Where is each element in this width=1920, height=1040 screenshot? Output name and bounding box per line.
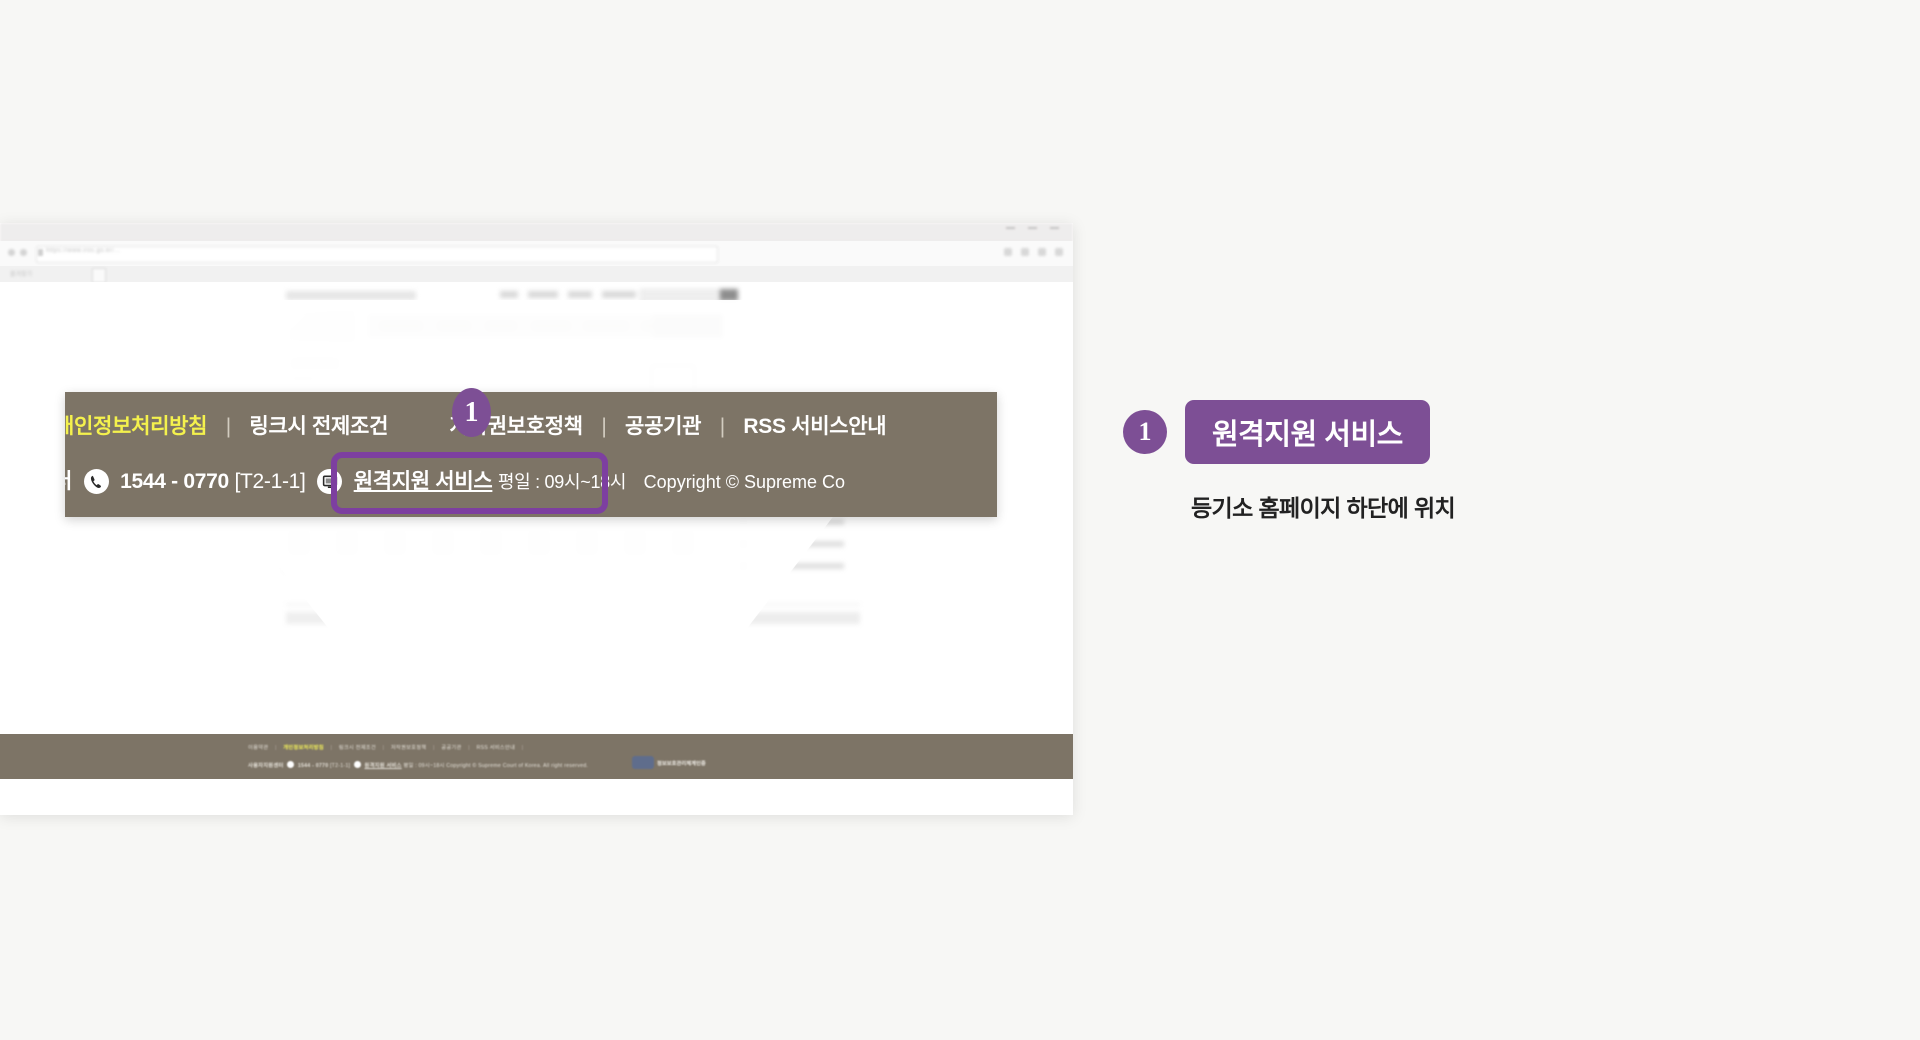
annotation-title: 원격지원 서비스	[1185, 400, 1430, 464]
address-bar-value: https://www.iros.go.kr/...	[46, 248, 121, 254]
phone-icon	[287, 761, 295, 768]
site-footer-contact: 사용자지원센터 1544 - 0770 [T2-1-1] 원격지원 서비스 평일…	[248, 761, 588, 769]
forward-icon[interactable]	[20, 249, 27, 256]
callout-support-tail: 터	[65, 470, 72, 493]
callout-link-privacy[interactable]: 개인정보처리방침	[65, 415, 207, 438]
annotation-description: 등기소 홈페이지 하단에 위치	[1191, 495, 1456, 521]
remote-support-highlight-box	[331, 452, 608, 514]
site-footer-links[interactable]: 이용약관 | 개인정보처리방침 | 링크시 전제조건 | 저작권보호정책 | 공…	[248, 743, 528, 751]
page-divider	[286, 604, 860, 605]
minimize-icon[interactable]	[1006, 227, 1015, 229]
settings-icon[interactable]	[1038, 248, 1046, 256]
phone-icon	[83, 469, 109, 494]
footer-separator: |	[330, 745, 333, 751]
callout-separator: |	[225, 415, 231, 438]
annotation-step-badge: 1	[1123, 410, 1167, 454]
window-controls[interactable]	[1006, 227, 1059, 229]
footer-link-public-institution[interactable]: 공공기관	[441, 745, 461, 751]
page-utility-links	[500, 291, 658, 298]
bookmarks-bar	[0, 266, 1073, 283]
remote-support-link[interactable]: 원격지원 서비스	[365, 763, 402, 769]
monitor-icon	[353, 761, 361, 768]
support-phone: 1544 - 0770	[297, 763, 329, 769]
bookmark-item[interactable]	[92, 268, 106, 283]
back-icon[interactable]	[8, 249, 15, 256]
callout-separator: |	[601, 415, 607, 438]
page-quick-icon-row	[284, 527, 726, 587]
favorites-icon[interactable]	[1004, 248, 1012, 256]
page-utility-bar	[286, 291, 416, 300]
footer-link-copyright-policy[interactable]: 저작권보호정책	[391, 745, 427, 751]
annotation-panel: 1 원격지원 서비스 등기소 홈페이지 하단에 위치	[1123, 400, 1456, 523]
annotation-header: 1 원격지원 서비스	[1123, 400, 1455, 464]
support-center-label: 사용자지원센터	[248, 763, 284, 769]
page-family-site-bar	[286, 612, 666, 624]
maximize-icon[interactable]	[1028, 227, 1037, 229]
footer-link-linkpolicy[interactable]: 링크시 전제조건	[339, 745, 376, 751]
toolbar-buttons[interactable]	[1004, 248, 1063, 256]
callout-step-badge: 1	[452, 388, 491, 437]
footer-separator: |	[433, 745, 435, 751]
callout-copyright: Copyright © Supreme Co	[643, 472, 846, 492]
footer-separator: |	[468, 745, 470, 751]
callout-link-linkpolicy[interactable]: 링크시 전제조건	[249, 415, 388, 438]
browser-titlebar	[0, 223, 1073, 242]
page-global-nav	[368, 314, 723, 338]
callout-extension: [T2-1-1]	[234, 470, 306, 493]
page-search-button	[720, 289, 738, 301]
isms-certification-badge: 정보보호관리체계인증	[632, 756, 706, 769]
support-extension: [T2-1-1]	[330, 763, 351, 769]
footer-separator: |	[382, 745, 385, 751]
callout-separator: |	[719, 415, 725, 438]
page-search-input	[640, 289, 720, 303]
page-family-site-select	[700, 612, 860, 624]
site-footer: 이용약관 | 개인정보처리방침 | 링크시 전제조건 | 저작권보호정책 | 공…	[0, 734, 1073, 779]
footer-link-rss[interactable]: RSS 서비스안내	[477, 745, 516, 751]
isms-label: 정보보호관리체계인증	[657, 760, 706, 767]
callout-link-rss[interactable]: RSS 서비스안내	[743, 415, 886, 438]
footer-separator: |	[274, 745, 277, 751]
footer-link-terms[interactable]: 이용약관	[248, 745, 268, 751]
footer-separator: |	[521, 745, 524, 751]
shield-icon	[632, 756, 654, 769]
footer-copyright: Copyright © Supreme Court of Korea. All …	[446, 763, 589, 769]
website-page-content: 이용약관 | 개인정보처리방침 | 링크시 전제조건 | 저작권보호정책 | 공…	[0, 282, 1073, 815]
close-icon[interactable]	[1050, 227, 1059, 229]
callout-separator	[394, 415, 450, 438]
browser-window-screenshot: https://www.iros.go.kr/... 즐겨찾기 이용약관 | 개…	[0, 223, 1073, 815]
bookmark-label[interactable]: 즐겨찾기	[10, 269, 32, 278]
footer-link-privacy[interactable]: 개인정보처리방침	[283, 745, 324, 751]
support-hours: 평일 : 09시~18시	[403, 763, 445, 769]
callout-phone: 1544 - 0770	[120, 470, 229, 493]
page-logo	[286, 309, 356, 343]
callout-link-public-institution[interactable]: 공공기관	[625, 415, 701, 438]
browser-toolbar: https://www.iros.go.kr/...	[0, 241, 1073, 267]
menu-icon[interactable]	[1055, 248, 1063, 256]
address-bar[interactable]	[36, 246, 718, 263]
home-icon[interactable]	[1021, 248, 1029, 256]
lock-icon	[38, 249, 43, 256]
